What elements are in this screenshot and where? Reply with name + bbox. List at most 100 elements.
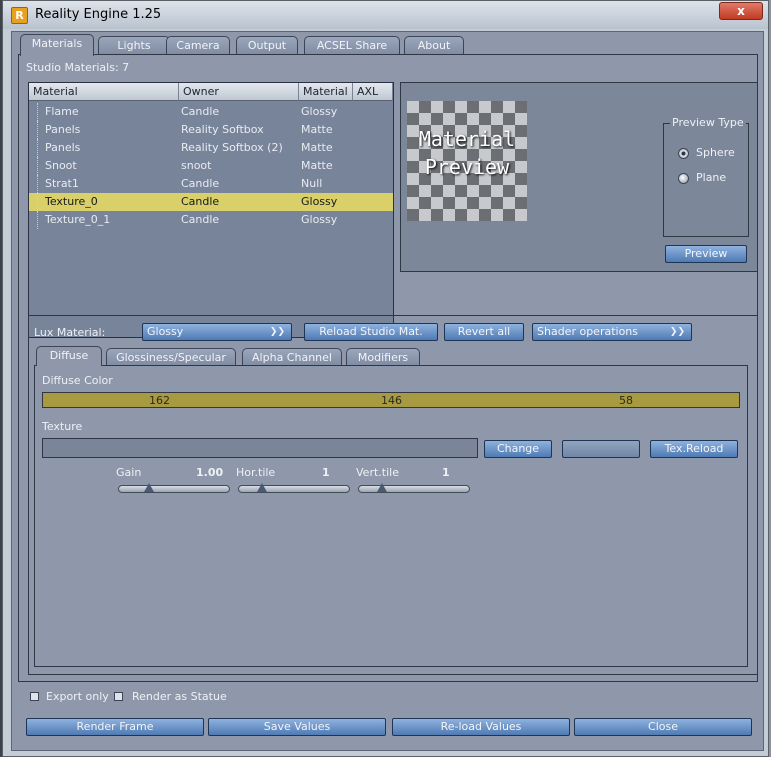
subtab-modifiers[interactable]: Modifiers [346,348,420,366]
subtab-glossiness-specular[interactable]: Glossiness/Specular [106,348,236,366]
preview-button[interactable]: Preview [665,245,747,263]
tree-line [37,121,38,139]
reload-values-button[interactable]: Re-load Values [392,718,570,736]
row-type: Null [301,177,323,190]
row-owner: snoot [181,159,212,172]
row-material: Panels [45,123,81,136]
tree-line [37,175,38,193]
save-values-button[interactable]: Save Values [208,718,386,736]
vert-tile-label: Vert.tile [356,466,399,479]
subtab-alpha-channel[interactable]: Alpha Channel [242,348,342,366]
table-row[interactable]: Texture_0_1 Candle Glossy [29,211,393,229]
change-texture-button[interactable]: Change [484,440,552,458]
vert-tile-value: 1 [442,466,450,479]
tab-about[interactable]: About [404,36,464,55]
export-only-label: Export only [46,690,109,703]
table-row[interactable]: Panels Reality Softbox (2) Matte [29,139,393,157]
color-green-value: 146 [381,394,402,407]
column-header-material-type[interactable]: Material [299,83,353,101]
tab-materials[interactable]: Materials [20,34,94,56]
material-preview-image: Material Preview [407,101,527,221]
column-header-axl[interactable]: AXL [353,83,393,101]
row-type: Glossy [301,195,338,208]
tree-line [37,157,38,175]
subtab-diffuse[interactable]: Diffuse [36,346,102,366]
row-material: Strat1 [45,177,79,190]
revert-all-button[interactable]: Revert all [444,323,524,341]
close-button[interactable]: Close [574,718,752,736]
radio-plane-label: Plane [696,171,727,184]
row-material: Flame [45,105,79,118]
column-header-material[interactable]: Material [29,83,179,101]
disabled-texture-button [562,440,640,458]
row-type: Matte [301,159,333,172]
color-blue-value: 58 [619,394,633,407]
texture-label: Texture [42,420,83,433]
radio-sphere-label: Sphere [696,146,735,159]
tab-acsel-share[interactable]: ACSEL Share [304,36,400,55]
slider-thumb[interactable] [144,483,154,492]
color-red-value: 162 [149,394,170,407]
radio-sphere[interactable] [678,148,689,159]
app-logo-icon: R [11,7,28,24]
tree-line [37,211,38,229]
hor-tile-label: Hor.tile [236,466,276,479]
hor-tile-slider[interactable] [238,483,350,493]
row-type: Matte [301,141,333,154]
table-row[interactable]: Snoot snoot Matte [29,157,393,175]
shader-operations-select[interactable]: Shader operations ❯❯ [532,323,692,341]
row-owner: Candle [181,195,220,208]
tree-line [37,193,38,211]
lux-material-value: Glossy [147,325,184,338]
gain-slider[interactable] [118,483,230,493]
tex-reload-button[interactable]: Tex.Reload [650,440,738,458]
vert-tile-slider[interactable] [358,483,470,493]
row-owner: Reality Softbox (2) [181,141,283,154]
shader-operations-value: Shader operations [537,325,639,338]
render-as-statue-label: Render as Statue [132,690,227,703]
row-type: Matte [301,123,333,136]
row-type: Glossy [301,105,338,118]
slider-thumb[interactable] [377,483,387,492]
texture-path-field[interactable] [42,438,478,458]
row-owner: Candle [181,177,220,190]
diffuse-color-label: Diffuse Color [42,374,113,387]
studio-materials-count: Studio Materials: 7 [26,61,130,74]
row-material: Texture_0 [45,195,98,208]
chevron-down-icon: ❯❯ [669,327,685,337]
diffuse-color-swatch[interactable]: 162 146 58 [42,392,740,408]
window-title: Reality Engine 1.25 [35,7,162,22]
close-window-button[interactable]: x [719,2,763,20]
reload-studio-mat-button[interactable]: Reload Studio Mat. [304,323,438,341]
render-as-statue-checkbox[interactable] [114,692,123,701]
preview-caption-line1: Material [418,127,516,151]
hor-tile-value: 1 [322,466,330,479]
preview-caption-line2: Preview [424,155,510,179]
materials-table: Material Owner Material AXL Flame Candle… [28,82,394,338]
chevron-down-icon: ❯❯ [269,327,285,337]
lux-material-select[interactable]: Glossy ❯❯ [142,323,292,341]
preview-type-label: Preview Type [670,116,746,129]
column-header-owner[interactable]: Owner [179,83,299,101]
row-material: Panels [45,141,81,154]
lux-material-label: Lux Material: [34,326,106,339]
row-type: Glossy [301,213,338,226]
table-row[interactable]: Flame Candle Glossy [29,103,393,121]
tab-lights[interactable]: Lights [98,36,170,55]
row-owner: Candle [181,105,220,118]
tree-line [37,103,38,121]
slider-thumb[interactable] [257,483,267,492]
radio-plane[interactable] [678,173,689,184]
preview-type-group: Preview Type Sphere Plane [663,116,749,237]
render-frame-button[interactable]: Render Frame [26,718,204,736]
row-material: Snoot [45,159,77,172]
export-only-checkbox[interactable] [30,692,39,701]
table-row[interactable]: Strat1 Candle Null [29,175,393,193]
table-row[interactable]: Panels Reality Softbox Matte [29,121,393,139]
row-owner: Reality Softbox [181,123,264,136]
preview-box: Material Preview Preview Type Sphere Pla… [400,82,758,272]
client-area: Materials Lights Camera Output ACSEL Sha… [11,31,764,751]
tab-output[interactable]: Output [236,36,298,55]
table-row-selected[interactable]: Texture_0 Candle Glossy [29,193,393,211]
tab-camera[interactable]: Camera [166,36,230,55]
